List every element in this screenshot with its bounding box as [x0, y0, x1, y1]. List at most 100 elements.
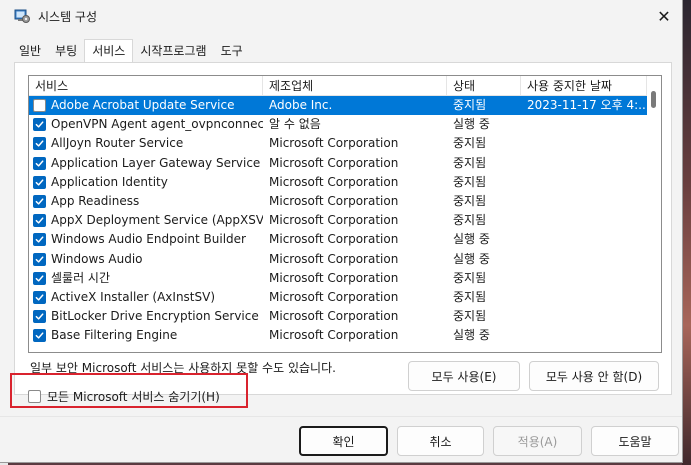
manufacturer-cell: Microsoft Corporation — [269, 328, 399, 343]
service-cell: Base Filtering Engine — [29, 326, 263, 345]
service-checkbox[interactable] — [33, 290, 46, 304]
manufacturer-cell: Microsoft Corporation — [269, 289, 399, 304]
manufacturer-cell: Microsoft Corporation — [269, 136, 399, 151]
service-checkbox[interactable] — [33, 195, 46, 209]
service-cell: 셀룰러 시간 — [29, 269, 263, 288]
status-cell: 중지됨 — [453, 136, 487, 151]
service-cell: Windows Audio — [29, 250, 263, 269]
table-row[interactable]: Adobe Acrobat Update Service Adobe Inc. 중지… — [29, 96, 647, 116]
service-checkbox[interactable] — [33, 252, 46, 266]
service-checkbox[interactable] — [33, 310, 46, 324]
service-checkbox[interactable] — [33, 233, 46, 247]
date-disabled-cell: 2023-11-17 오후 4:... — [527, 98, 647, 113]
service-cell: ActiveX Installer (AxInstSV) — [29, 288, 263, 307]
table-row[interactable]: Windows Audio Endpoint Builder Microsoft … — [29, 230, 647, 249]
table-row[interactable]: AllJoyn Router Service Microsoft Corporat… — [29, 134, 647, 153]
status-cell: 중지됨 — [453, 194, 487, 209]
tab-general[interactable]: 일반 — [12, 40, 48, 62]
service-name: Application Layer Gateway Service — [51, 155, 261, 170]
table-row[interactable]: 셀룰러 시간 Microsoft Corporation 중지됨 — [29, 269, 647, 288]
msconfig-app-icon — [14, 8, 30, 24]
service-name: Windows Audio — [51, 251, 143, 266]
table-row[interactable]: ActiveX Installer (AxInstSV) Microsoft Co… — [29, 288, 647, 307]
desktop-background — [682, 0, 691, 465]
close-icon: ✕ — [657, 6, 671, 26]
status-cell: 중지됨 — [453, 98, 487, 113]
manufacturer-cell: Microsoft Corporation — [269, 213, 399, 228]
list-header: 서비스 제조업체 상태 사용 중지한 날짜 — [29, 76, 647, 96]
manufacturer-cell: Microsoft Corporation — [269, 251, 399, 266]
service-name: 셀룰러 시간 — [51, 270, 111, 285]
table-row[interactable]: App Readiness Microsoft Corporation 중지됨 — [29, 192, 647, 211]
tab-boot[interactable]: 부팅 — [48, 40, 84, 62]
status-cell: 실행 중 — [453, 251, 490, 266]
column-header-manufacturer[interactable]: 제조업체 — [263, 76, 447, 96]
tab-startup[interactable]: 시작프로그램 — [133, 40, 213, 62]
service-cell: AllJoyn Router Service — [29, 134, 263, 153]
disable-all-button[interactable]: 모두 사용 안 함(D) — [529, 361, 659, 391]
footer-separator — [0, 416, 682, 417]
manufacturer-cell: Microsoft Corporation — [269, 194, 399, 209]
status-cell: 중지됨 — [453, 289, 487, 304]
enable-all-button[interactable]: 모두 사용(E) — [408, 361, 520, 391]
status-cell: 중지됨 — [453, 155, 487, 170]
cancel-button[interactable]: 취소 — [397, 426, 484, 456]
manufacturer-cell: Adobe Inc. — [269, 98, 333, 113]
apply-button[interactable]: 적용(A) — [493, 426, 582, 456]
manufacturer-cell: Microsoft Corporation — [269, 174, 399, 189]
table-row[interactable]: BitLocker Drive Encryption Service Micros… — [29, 307, 647, 326]
table-row[interactable]: Windows Audio Microsoft Corporation 실행 중 — [29, 250, 647, 269]
status-cell: 실행 중 — [453, 328, 490, 343]
tab-strip: 일반 부팅 서비스 시작프로그램 도구 — [12, 39, 250, 63]
system-configuration-window: 시스템 구성 ✕ 일반 부팅 서비스 시작프로그램 도구 서비스 제조업체 상태… — [0, 0, 683, 463]
vertical-scrollbar[interactable] — [647, 76, 661, 352]
manufacturer-cell: 알 수 없음 — [269, 117, 321, 132]
table-row[interactable]: AppX Deployment Service (AppXSVC) Microso… — [29, 211, 647, 230]
status-cell: 중지됨 — [453, 174, 487, 189]
hide-ms-services-checkbox[interactable] — [28, 390, 41, 403]
service-cell: Application Identity — [29, 173, 263, 192]
service-cell: OpenVPN Agent agent_ovpnconnect — [29, 115, 263, 134]
services-list[interactable]: 서비스 제조업체 상태 사용 중지한 날짜 Adobe Acrobat Upda… — [28, 75, 662, 353]
column-header-service[interactable]: 서비스 — [29, 76, 263, 96]
service-name: App Readiness — [51, 194, 140, 209]
service-checkbox[interactable] — [33, 175, 46, 189]
service-name: AppX Deployment Service (AppXSVC) — [51, 213, 263, 228]
service-cell: AppX Deployment Service (AppXSVC) — [29, 211, 263, 230]
help-button[interactable]: 도움말 — [591, 426, 679, 456]
service-checkbox[interactable] — [33, 118, 46, 132]
column-header-status[interactable]: 상태 — [447, 76, 521, 96]
list-rows: Adobe Acrobat Update Service Adobe Inc. 중지… — [29, 96, 647, 345]
service-name: AllJoyn Router Service — [51, 136, 184, 151]
status-cell: 중지됨 — [453, 270, 487, 285]
tab-tools[interactable]: 도구 — [214, 40, 250, 62]
manufacturer-cell: Microsoft Corporation — [269, 155, 399, 170]
tab-services[interactable]: 서비스 — [84, 39, 134, 63]
service-checkbox[interactable] — [33, 214, 46, 228]
scrollbar-thumb[interactable] — [651, 91, 656, 108]
manufacturer-cell: Microsoft Corporation — [269, 270, 399, 285]
ok-button[interactable]: 확인 — [299, 426, 388, 456]
column-header-date-disabled[interactable]: 사용 중지한 날짜 — [521, 76, 647, 96]
table-row[interactable]: Base Filtering Engine Microsoft Corporati… — [29, 326, 647, 345]
title-bar: 시스템 구성 ✕ — [0, 0, 682, 32]
hide-ms-services-label: 모든 Microsoft 서비스 숨기기(H) — [47, 390, 220, 404]
table-row[interactable]: Application Layer Gateway Service Microso… — [29, 154, 647, 173]
table-row[interactable]: OpenVPN Agent agent_ovpnconnect 알 수 없음 실행 … — [29, 115, 647, 134]
service-checkbox[interactable] — [33, 99, 46, 113]
service-checkbox[interactable] — [33, 329, 46, 343]
status-cell: 실행 중 — [453, 232, 490, 247]
service-checkbox[interactable] — [33, 271, 46, 285]
close-button[interactable]: ✕ — [646, 0, 682, 32]
manufacturer-cell: Microsoft Corporation — [269, 232, 399, 247]
service-name: Application Identity — [51, 174, 168, 189]
service-checkbox[interactable] — [33, 156, 46, 170]
service-checkbox[interactable] — [33, 137, 46, 151]
service-name: BitLocker Drive Encryption Service — [51, 309, 259, 324]
manufacturer-cell: Microsoft Corporation — [269, 309, 399, 324]
status-cell: 실행 중 — [453, 117, 490, 132]
table-row[interactable]: Application Identity Microsoft Corporatio… — [29, 173, 647, 192]
service-cell: BitLocker Drive Encryption Service — [29, 307, 263, 326]
hide-ms-services-option[interactable]: 모든 Microsoft 서비스 숨기기(H) — [28, 388, 220, 405]
service-cell: Windows Audio Endpoint Builder — [29, 230, 263, 249]
